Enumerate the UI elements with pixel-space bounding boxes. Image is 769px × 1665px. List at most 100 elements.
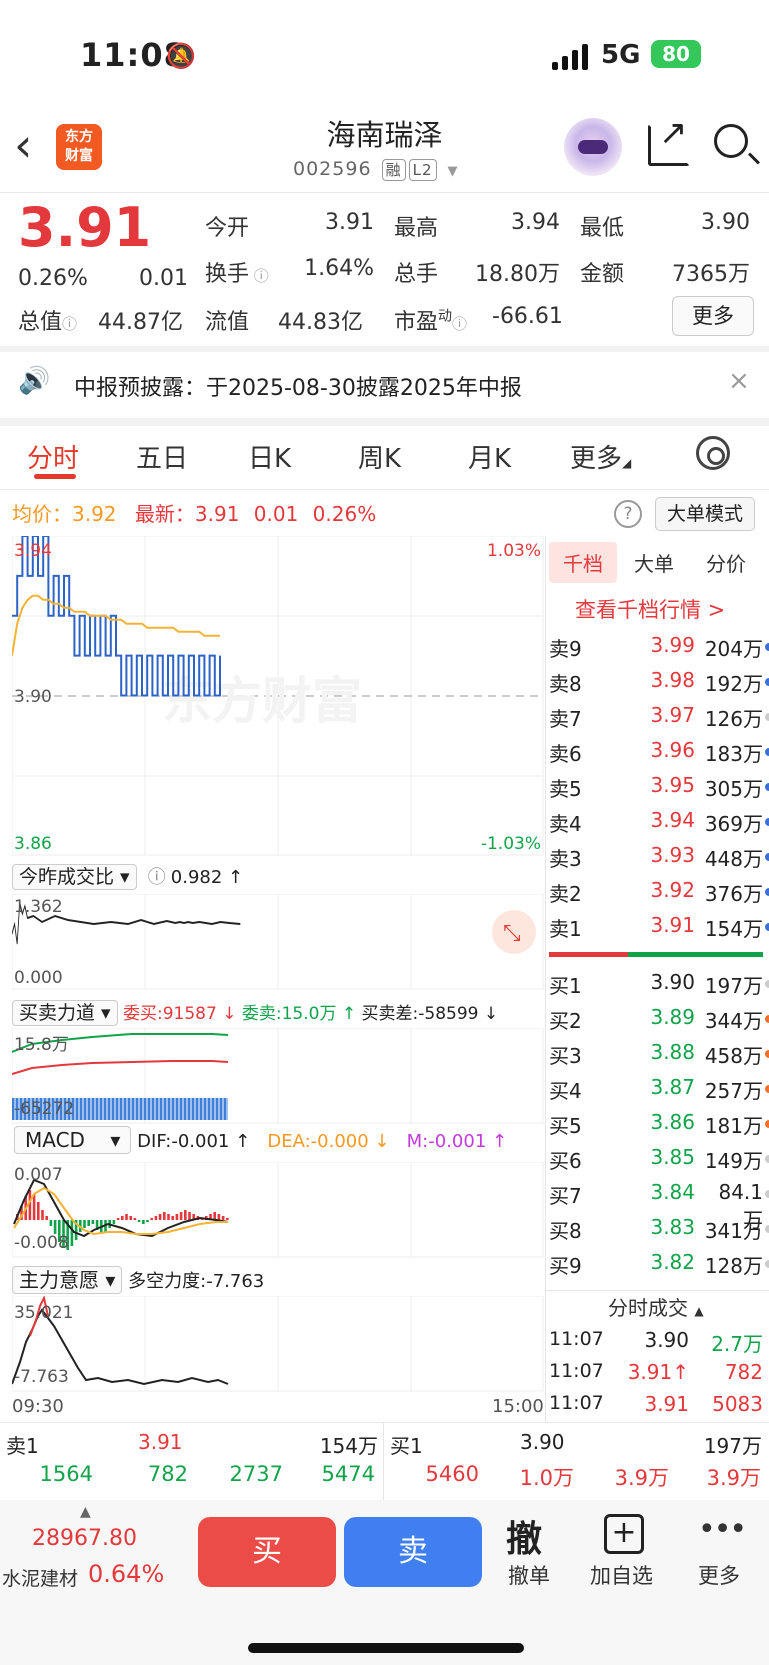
index-pct: 0.64% bbox=[88, 1560, 165, 1588]
macd-bar bbox=[179, 1212, 183, 1220]
bid-row[interactable]: 买3 3.88 458万 bbox=[549, 1040, 769, 1070]
quote-more-button[interactable]: 更多 bbox=[672, 296, 754, 336]
high-value: 3.94 bbox=[511, 210, 560, 235]
indicator-selector-4[interactable]: 主力意愿 ▾ bbox=[12, 1266, 123, 1294]
help-icon[interactable]: ⓘ bbox=[148, 867, 166, 888]
macd-bar bbox=[217, 1214, 221, 1220]
tab-price-dist[interactable]: 分价 bbox=[706, 548, 746, 577]
macd-bar bbox=[154, 1216, 158, 1220]
expand-up-icon[interactable]: ▲ bbox=[80, 1504, 91, 1520]
macd-bar bbox=[41, 1210, 44, 1220]
cancel-order-label[interactable]: 撤单 bbox=[508, 1560, 550, 1590]
bid-row[interactable]: 买4 3.87 257万 bbox=[549, 1075, 769, 1105]
ask-row[interactable]: 卖1 3.91 154万 bbox=[549, 913, 769, 943]
svg-text:0.000: 0.000 bbox=[14, 968, 63, 988]
stock-code-row[interactable]: 002596 融 L2 ▼ bbox=[293, 158, 459, 181]
volume-value: 18.80万 bbox=[475, 262, 560, 287]
tick-row: 11:07 3.91 5083 bbox=[549, 1392, 763, 1416]
ask-row[interactable]: 卖6 3.96 183万 bbox=[549, 738, 769, 768]
more-label[interactable]: 更多 bbox=[698, 1560, 740, 1590]
pe-label[interactable]: 市盈动ⓘ bbox=[394, 304, 467, 336]
panel1-header: 今昨成交比 ▾ ⓘ 0.982 ↑ bbox=[12, 862, 243, 890]
svg-text:0.007: 0.007 bbox=[14, 1165, 63, 1185]
macd-bar bbox=[32, 1194, 36, 1220]
tab-monthly-k[interactable]: 月K bbox=[468, 438, 511, 475]
ask-row[interactable]: 卖4 3.94 369万 bbox=[549, 808, 769, 838]
panel2-header: 买卖力道 ▾ 委买:91587 ↓ 委卖:15.0万 ↑ 买卖差:-58599 … bbox=[12, 998, 498, 1026]
svg-text:1.362: 1.362 bbox=[14, 897, 63, 917]
macd-bar bbox=[53, 1220, 57, 1234]
ask-row[interactable]: 卖2 3.92 376万 bbox=[549, 878, 769, 908]
ask-row[interactable]: 卖9 3.99 204万 bbox=[549, 633, 769, 663]
turnover-value: 1.64% bbox=[304, 256, 374, 281]
tab-5day[interactable]: 五日 bbox=[136, 438, 188, 475]
amount-label: 金额 bbox=[580, 262, 625, 287]
y-top-pct: 1.03% bbox=[487, 541, 541, 561]
close-icon[interactable]: × bbox=[728, 366, 750, 396]
add-fav-icon[interactable]: + bbox=[604, 1514, 644, 1554]
bid-row[interactable]: 买5 3.86 181万 bbox=[549, 1110, 769, 1140]
bid-row[interactable]: 买6 3.85 149万 bbox=[549, 1145, 769, 1175]
share-icon[interactable] bbox=[648, 113, 690, 166]
big-order-mode-button[interactable]: 大单模式 bbox=[655, 497, 755, 531]
more-icon[interactable]: ••• bbox=[698, 1512, 747, 1547]
active-tab-indicator bbox=[34, 474, 76, 479]
tab-weekly-k[interactable]: 周K bbox=[358, 438, 401, 475]
svg-text:-65272: -65272 bbox=[14, 1099, 74, 1119]
turnover-label[interactable]: 换手 ⓘ bbox=[205, 256, 269, 288]
expand-icon: ⤡ bbox=[503, 921, 521, 946]
index-name[interactable]: 水泥建材 bbox=[2, 1564, 78, 1591]
open-value: 3.91 bbox=[325, 210, 374, 235]
tab-daily-k[interactable]: 日K bbox=[248, 438, 291, 475]
cancel-order-icon[interactable]: 撤 bbox=[506, 1510, 542, 1562]
macd-bar bbox=[150, 1218, 153, 1220]
intraday-chart[interactable]: 东方财富 3.94 3.90 3.86 1.03% -1.03% bbox=[12, 536, 544, 856]
network-label: 5G bbox=[601, 40, 641, 70]
help-icon[interactable]: ? bbox=[614, 500, 642, 528]
index-value[interactable]: 28967.80 bbox=[32, 1526, 137, 1551]
high-label: 最高 bbox=[394, 216, 439, 241]
search-icon[interactable] bbox=[714, 124, 748, 158]
bid-row[interactable]: 买7 3.84 84.1万 bbox=[549, 1180, 769, 1232]
macd-bar bbox=[45, 1216, 48, 1220]
indicator-selector-2[interactable]: 买卖力道 ▾ bbox=[12, 1000, 118, 1026]
period-tabs: 分时 五日 日K 周K 月K 更多◢ bbox=[0, 428, 769, 490]
indicator-selector-1[interactable]: 今昨成交比 ▾ bbox=[12, 864, 137, 890]
y-mid-price: 3.90 bbox=[14, 687, 52, 707]
tab-qiandang[interactable]: 千档 bbox=[549, 542, 617, 583]
ask-row[interactable]: 卖7 3.97 126万 bbox=[549, 703, 769, 733]
settings-icon[interactable] bbox=[696, 436, 730, 470]
tab-intraday[interactable]: 分时 bbox=[27, 438, 79, 475]
notice-bar[interactable]: 🔊 中报预披露：于2025-08-30披露2025年中报 × bbox=[0, 352, 769, 418]
macd-bar bbox=[226, 1218, 229, 1220]
queue-buy-header: 买1 3.90 197万 bbox=[390, 1430, 762, 1458]
indicator-selector-3[interactable]: MACD ▾ bbox=[14, 1126, 132, 1154]
bid-row[interactable]: 买8 3.83 341万 bbox=[549, 1215, 769, 1245]
add-fav-label[interactable]: 加自选 bbox=[590, 1560, 653, 1590]
macd-bar bbox=[184, 1210, 187, 1220]
y-top-price: 3.94 bbox=[14, 541, 52, 561]
tab-more[interactable]: 更多◢ bbox=[570, 438, 631, 475]
battery-icon: 80 bbox=[651, 40, 701, 68]
mktcap-label[interactable]: 总值ⓘ bbox=[18, 304, 77, 336]
svg-text:-7.763: -7.763 bbox=[14, 1367, 69, 1387]
macd-bar bbox=[188, 1212, 191, 1220]
ask-row[interactable]: 卖5 3.95 305万 bbox=[549, 773, 769, 803]
orderbook-link[interactable]: 查看千档行情 > bbox=[575, 594, 725, 624]
ask-row[interactable]: 卖8 3.98 192万 bbox=[549, 668, 769, 698]
sell-button[interactable]: 卖 bbox=[344, 1517, 482, 1587]
macd-bar bbox=[142, 1220, 145, 1224]
amount-value: 7365万 bbox=[672, 262, 750, 287]
buy-button[interactable]: 买 bbox=[198, 1517, 336, 1587]
ticks-title[interactable]: 分时成交 ▲ bbox=[608, 1292, 704, 1321]
tab-big-order[interactable]: 大单 bbox=[634, 548, 674, 577]
macd-bar bbox=[221, 1216, 225, 1220]
bid-row[interactable]: 买1 3.90 197万 bbox=[549, 970, 769, 1000]
bid-row[interactable]: 买9 3.82 128万 bbox=[549, 1250, 769, 1280]
macd-bar bbox=[175, 1214, 179, 1220]
ask-row[interactable]: 卖3 3.93 448万 bbox=[549, 843, 769, 873]
queue-sell-header: 卖1 3.91 154万 bbox=[6, 1430, 378, 1458]
bid-row[interactable]: 买2 3.89 344万 bbox=[549, 1005, 769, 1035]
macd-bar bbox=[125, 1214, 128, 1220]
ai-assistant-icon[interactable] bbox=[564, 118, 622, 176]
